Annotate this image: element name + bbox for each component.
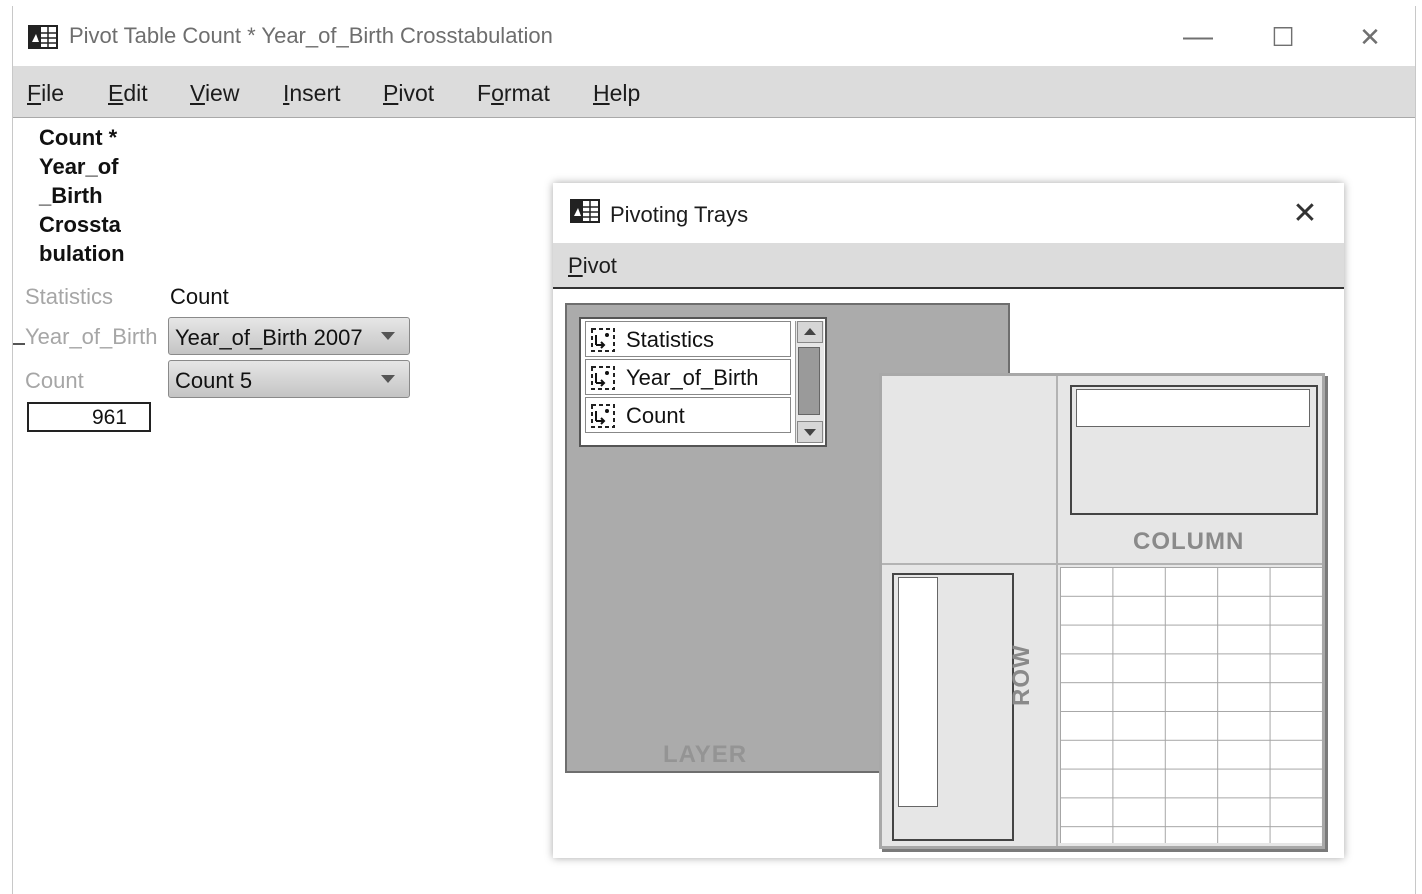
dialog-menu-bar: Pivot <box>553 243 1344 289</box>
dialog-title: Pivoting Trays <box>610 202 749 227</box>
layer-list[interactable]: Statistics Year_of_Birth Count <box>579 317 827 447</box>
menu-bar: File Edit View Insert Pivot Format Help <box>13 66 1415 118</box>
pivot-dimension-icon <box>591 366 615 390</box>
scroll-down-button[interactable] <box>797 421 823 443</box>
close-icon: ✕ <box>1359 21 1381 52</box>
year-of-birth-dropdown[interactable]: Year_of_Birth 2007 <box>168 317 410 355</box>
row-tray[interactable] <box>892 573 1014 841</box>
grid-divider-horizontal <box>882 563 1322 565</box>
layer-item-count[interactable]: Count <box>585 397 791 433</box>
menu-view[interactable]: View <box>190 80 239 107</box>
layer-label-statistics: Statistics <box>25 284 114 309</box>
column-tray[interactable] <box>1070 385 1318 515</box>
edge-tick <box>13 343 25 345</box>
menu-insert[interactable]: Insert <box>283 80 341 107</box>
layer-value-statistics: Count <box>170 284 229 309</box>
layer-list-scrollbar[interactable] <box>795 321 824 443</box>
scroll-up-button[interactable] <box>797 321 823 343</box>
data-cell[interactable]: 961 <box>27 402 151 432</box>
title-bar[interactable]: Pivot Table Count * Year_of_Birth Crosst… <box>13 6 1415 66</box>
pivot-dimension-icon <box>591 328 615 352</box>
pivot-grid: COLUMN ROW <box>879 373 1325 849</box>
chevron-down-icon <box>804 429 816 436</box>
count-dropdown[interactable]: Count 5 <box>168 360 410 398</box>
column-slot[interactable] <box>1076 389 1310 427</box>
pivoting-trays-dialog: Pivoting Trays ✕ Pivot Statistics Year_o… <box>553 183 1344 858</box>
minimize-button[interactable]: — <box>1178 20 1218 54</box>
maximize-button[interactable]: ☐ <box>1263 20 1303 54</box>
dialog-close-button[interactable]: ✕ <box>1287 195 1323 231</box>
column-tray-label: COLUMN <box>1133 528 1245 555</box>
layer-item-statistics[interactable]: Statistics <box>585 321 791 357</box>
layer-tray-label: LAYER <box>663 741 748 768</box>
pivot-dimension-icon <box>591 404 615 428</box>
menu-edit[interactable]: Edit <box>108 80 148 107</box>
data-grid <box>1060 567 1322 843</box>
row-slot[interactable] <box>898 577 938 807</box>
pivot-table-window: Pivot Table Count * Year_of_Birth Crosst… <box>12 6 1416 894</box>
close-icon: ✕ <box>1292 196 1318 230</box>
close-button[interactable]: ✕ <box>1350 20 1390 54</box>
grid-divider-vertical <box>1056 376 1058 846</box>
chevron-down-icon <box>381 375 395 383</box>
dialog-menu-pivot[interactable]: Pivot <box>568 253 617 279</box>
spss-table-icon <box>28 25 58 49</box>
menu-file[interactable]: File <box>27 80 64 107</box>
row-tray-label: ROW <box>1008 644 1035 706</box>
spss-table-icon <box>570 199 600 223</box>
layer-item-year-of-birth[interactable]: Year_of_Birth <box>585 359 791 395</box>
menu-help[interactable]: Help <box>593 80 640 107</box>
chevron-up-icon <box>804 328 816 335</box>
dialog-title-bar[interactable]: Pivoting Trays ✕ <box>553 183 1344 243</box>
menu-pivot[interactable]: Pivot <box>383 80 434 107</box>
pivot-table-title: Count * Year_of _Birth Crossta bulation <box>39 125 125 266</box>
minimize-icon: — <box>1183 20 1213 53</box>
chevron-down-icon <box>381 332 395 340</box>
layer-label-year-of-birth: Year_of_Birth <box>25 324 158 349</box>
scroll-thumb[interactable] <box>798 347 820 415</box>
layer-label-count: Count <box>25 368 84 393</box>
menu-format[interactable]: Format <box>477 80 550 107</box>
window-title: Pivot Table Count * Year_of_Birth Crosst… <box>69 23 553 48</box>
maximize-icon: ☐ <box>1271 21 1295 52</box>
